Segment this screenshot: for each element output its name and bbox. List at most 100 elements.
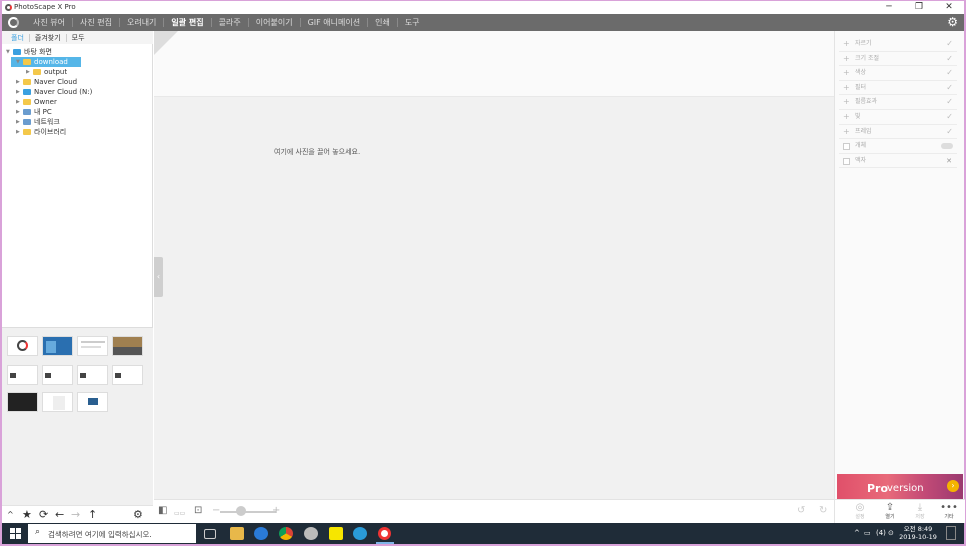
more-button[interactable]: ••• 기타 [936,502,962,520]
menu-item[interactable]: 이어붙이기 [249,14,300,31]
tree-item[interactable]: ▼ 바탕 화면 [2,47,153,57]
star-icon[interactable]: ★ [22,508,32,522]
volume-icon[interactable]: (4) [876,529,886,537]
menu-item[interactable]: 사진 편집 [73,14,119,31]
back-arrow-icon[interactable]: ← [55,508,64,522]
original-size-icon[interactable]: ▭▭ [174,508,185,520]
file-explorer-icon[interactable] [230,527,244,540]
batch-tool-row[interactable]: + 필터 ✓ [839,81,957,96]
tab-all[interactable]: 모두 [67,34,90,42]
tree-item[interactable]: ▶ Owner [2,97,153,107]
check-icon[interactable]: ✓ [946,66,953,81]
rotate-right-icon[interactable]: ↻ [819,505,827,517]
menu-item[interactable]: GIF 애니메이션 [301,14,368,31]
zoom-in-icon[interactable]: + [272,505,280,517]
rotate-left-icon[interactable]: ↺ [797,505,805,517]
menu-item[interactable]: 오려내기 [120,14,163,31]
collapse-arrow-icon[interactable]: ▼ [6,47,10,57]
kakaotalk-icon[interactable] [329,527,343,540]
save-button[interactable]: ⤓ 저장 [907,502,933,520]
thumbnail[interactable] [77,365,108,385]
zoom-slider-track[interactable] [220,511,276,513]
tree-item[interactable]: ▶ Naver Cloud (N:) [2,87,153,97]
action-center-icon[interactable] [946,526,956,540]
expand-plus-icon[interactable]: + [843,37,850,52]
taskbar-clock[interactable]: 오전 8:49 2019-10-19 [898,525,938,541]
batch-tool-row[interactable]: + 빛 ✓ [839,110,957,125]
photoscape-taskbar-icon[interactable] [378,527,391,540]
tree-item[interactable]: ▼ download [2,57,153,67]
maximize-button[interactable]: ❐ [904,1,934,14]
settings-gear-icon[interactable]: ⚙ [947,16,958,29]
chrome-icon[interactable] [279,527,293,540]
close-button[interactable]: ✕ [934,1,964,14]
notification-tray-icon[interactable]: ⊙ [888,529,894,537]
batch-tool-row[interactable]: + 자르기 ✓ [839,37,957,52]
tree-item[interactable]: ▶ 라이브러리 [2,127,153,137]
expand-arrow-icon[interactable]: ▶ [16,97,20,107]
thumbnail[interactable] [112,365,143,385]
tab-favorites[interactable]: 즐겨찾기 [30,33,67,42]
network-icon[interactable]: ▭ [864,529,871,537]
thumbnail[interactable] [7,392,38,412]
thumbnail[interactable] [77,392,108,412]
check-icon[interactable]: ✓ [946,37,953,52]
menu-item[interactable]: 일괄 편집 [164,14,210,31]
batch-tool-row[interactable]: + 크기 조절 ✓ [839,52,957,67]
strip-corner-tab[interactable] [154,31,178,55]
expand-arrow-icon[interactable]: ▶ [16,117,20,127]
menu-item[interactable]: 도구 [398,14,427,31]
minimize-button[interactable]: ─ [874,1,904,14]
tree-item[interactable]: ▶ Naver Cloud [2,77,153,87]
batch-tool-row[interactable]: 개체 [839,139,957,154]
expand-plus-icon[interactable]: + [843,81,850,96]
task-view-icon[interactable] [204,529,216,539]
expand-plus-icon[interactable]: + [843,95,850,110]
batch-tool-row[interactable]: + 필름효과 ✓ [839,95,957,110]
menu-item[interactable]: 사진 뷰어 [26,14,72,31]
collapse-left-panel-handle[interactable]: ‹ [154,257,163,297]
expand-arrow-icon[interactable]: ▶ [16,127,20,137]
check-icon[interactable]: ✓ [946,81,953,96]
tray-chevron-icon[interactable]: ^ [854,529,860,537]
expand-arrow-icon[interactable]: ▶ [16,107,20,117]
thumbnail[interactable] [42,392,73,412]
expand-plus-icon[interactable]: + [843,66,850,81]
thumbnail[interactable] [112,336,143,356]
expand-arrow-icon[interactable]: ▶ [26,67,30,77]
open-button[interactable]: ⇪ 열기 [877,502,903,520]
parent-folder-icon[interactable]: ↑ [88,508,97,522]
forward-arrow-icon[interactable]: → [71,508,80,522]
settings-button[interactable]: ◎ 설정 [847,502,873,520]
collapse-arrow-icon[interactable]: ▼ [16,57,20,67]
expand-plus-icon[interactable]: + [843,52,850,67]
toggle-switch[interactable] [941,143,953,150]
thumbnail[interactable] [42,336,73,356]
tool-checkbox[interactable] [843,143,850,151]
check-icon[interactable]: ✓ [946,125,953,140]
panel-view-icon[interactable]: ◧ [158,505,167,517]
batch-tool-row[interactable]: + 색상 ✓ [839,66,957,81]
thumbnail[interactable] [77,336,108,356]
pro-version-banner[interactable]: Pro version › [837,474,963,499]
photoscape-logo-icon[interactable] [8,17,19,28]
thumbnail[interactable] [7,336,38,356]
drop-area[interactable]: 여기에 사진을 끌어 놓으세요. [154,31,834,499]
cloud-app-icon[interactable] [304,527,318,540]
check-icon[interactable]: ✓ [946,52,953,67]
remove-x-icon[interactable]: ✕ [946,154,952,169]
menu-item[interactable]: 콜라주 [212,14,248,31]
check-icon[interactable]: ✓ [946,95,953,110]
expand-arrow-icon[interactable]: ▶ [16,77,20,87]
tree-item[interactable]: ▶ output [2,67,153,77]
zoom-slider-knob[interactable] [236,506,246,516]
internet-explorer-icon[interactable] [353,527,367,540]
thumbnail[interactable] [7,365,38,385]
batch-tool-row[interactable]: + 프레임 ✓ [839,125,957,140]
thumbnail[interactable] [42,365,73,385]
promo-arrow-icon[interactable]: › [947,480,959,492]
fit-screen-icon[interactable]: ⊡ [194,505,202,517]
batch-tool-row[interactable]: 액자 ✕ [839,154,957,169]
tool-checkbox[interactable] [843,157,850,165]
folder-settings-gear-icon[interactable]: ⚙ [133,508,143,522]
